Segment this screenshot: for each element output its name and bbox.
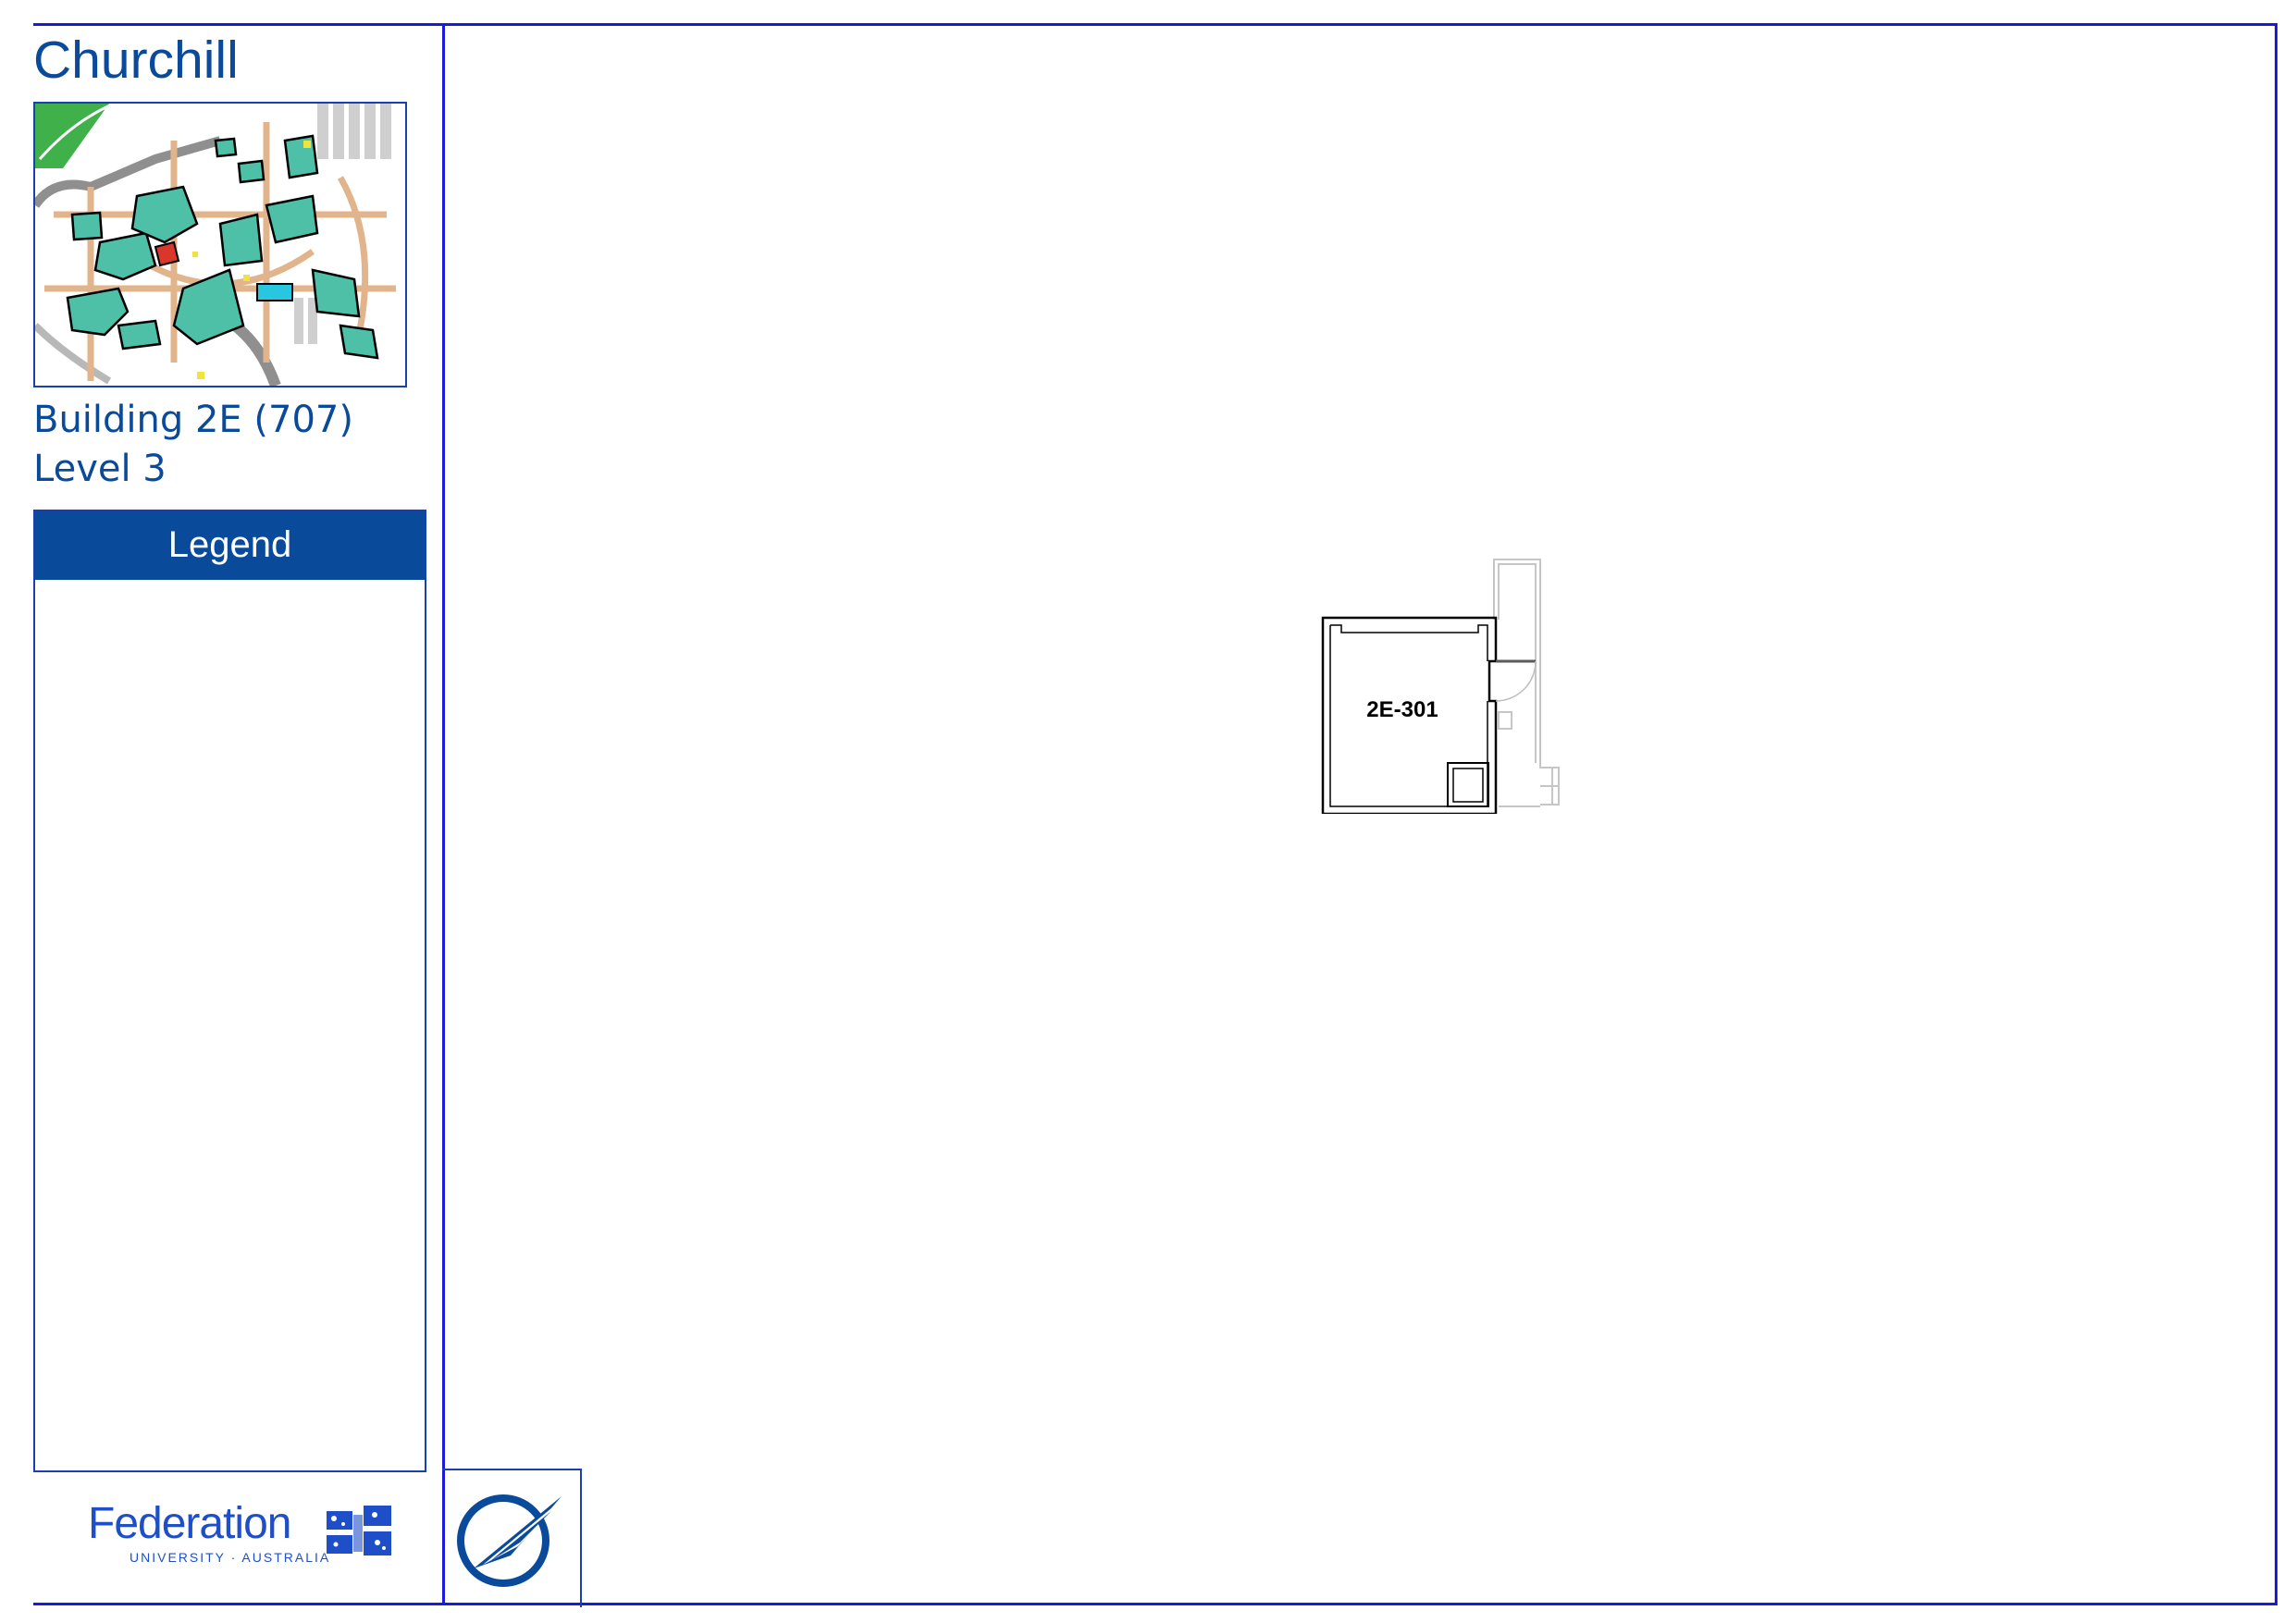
north-arrow-panel bbox=[442, 1469, 582, 1607]
campus-location-map bbox=[33, 102, 407, 387]
page-frame-right bbox=[2275, 23, 2277, 1605]
legend-panel: Legend bbox=[33, 510, 426, 1472]
page-frame-top bbox=[33, 23, 2277, 26]
floor-plan-drawing: 2E-301 bbox=[1321, 559, 1560, 816]
floor-plan: 2E-301 bbox=[1314, 555, 1573, 816]
federation-flag-icon bbox=[327, 1506, 391, 1555]
level-name: Level 3 bbox=[33, 448, 167, 490]
building-name: Building 2E (707) bbox=[33, 399, 353, 441]
logo-tagline: UNIVERSITY · AUSTRALIA bbox=[130, 1550, 331, 1565]
page-frame-bottom bbox=[33, 1603, 2277, 1605]
north-arrow-icon bbox=[457, 1494, 562, 1587]
room-label: 2E-301 bbox=[1366, 697, 1438, 722]
campus-map-graphic bbox=[35, 104, 405, 386]
sidebar-divider bbox=[442, 23, 445, 1605]
logo-wordmark: Federation bbox=[88, 1499, 291, 1548]
campus-name: Churchill bbox=[33, 31, 239, 90]
federation-logo: Federation UNIVERSITY · AUSTRALIA bbox=[88, 1498, 402, 1568]
legend-title: Legend bbox=[35, 511, 425, 580]
building-title: Building 2E (707) Level 3 bbox=[33, 396, 353, 494]
